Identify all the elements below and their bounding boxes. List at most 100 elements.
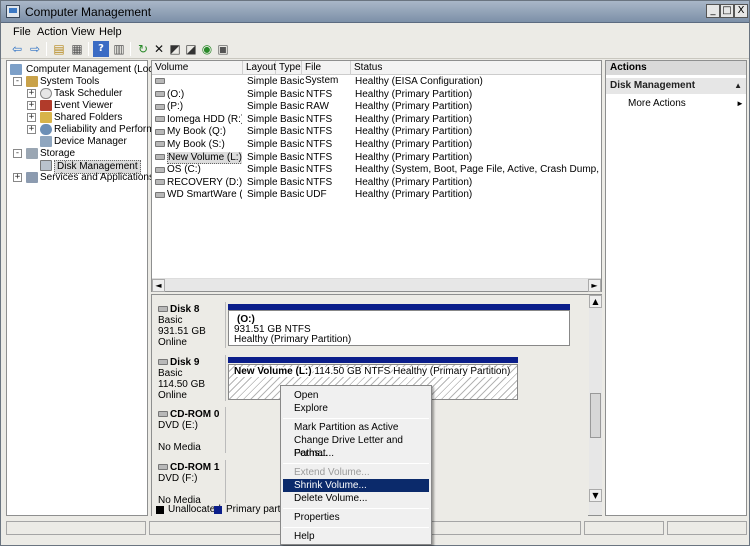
disk-map-scrollbar[interactable]: ▲ ▼ <box>589 295 602 515</box>
table-cell-status: Healthy (Primary Partition) <box>355 88 473 100</box>
disk-8-partition[interactable]: (O:) 931.51 GB NTFS Healthy (Primary Par… <box>228 310 570 346</box>
menu-action[interactable]: Action <box>37 26 68 38</box>
submenu-arrow-icon: ► <box>736 99 744 108</box>
menu-item-help[interactable]: Help <box>283 530 429 543</box>
table-row[interactable]: Iomega HDD (R:) Simple Basic NTFS Healthy (P… <box>152 114 601 126</box>
table-cell-type: Basic <box>280 176 304 188</box>
menu-item-shrink-volume[interactable]: Shrink Volume... <box>283 479 429 492</box>
table-cell-status: Healthy (System, Boot, Page File, Active… <box>355 164 601 176</box>
expand-icon[interactable]: + <box>27 113 36 122</box>
menu-item-delete-volume[interactable]: Delete Volume... <box>283 492 429 505</box>
table-cell-layout: Simple <box>247 113 277 125</box>
connect-icon[interactable]: ◩ <box>167 41 183 57</box>
table-cell-layout: Simple <box>247 101 277 113</box>
table-cell-type: Basic <box>280 164 304 176</box>
cdrom-1-label[interactable]: CD-ROM 1 DVD (F:) No Media <box>154 460 226 506</box>
toolbar: ⇦ ⇨ ▤ ▦ ? ▥ ↻ ✕ ◩ ◪ ◉ ▣ <box>1 40 749 59</box>
table-row[interactable]: My Book (Q:) Simple Basic NTFS Healthy (Prim… <box>152 126 601 138</box>
table-cell-type: Basic <box>280 88 304 100</box>
menu-item-mark-active[interactable]: Mark Partition as Active <box>283 421 429 434</box>
services-icon <box>26 172 38 183</box>
maximize-button[interactable]: □ <box>720 4 734 18</box>
properties-icon[interactable]: ▥ <box>111 41 127 57</box>
computer-management-window: Computer Management _ □ X File Action Vi… <box>0 0 750 546</box>
scroll-left-icon[interactable]: ◄ <box>152 279 165 292</box>
expand-icon[interactable]: + <box>27 125 36 134</box>
expand-icon[interactable]: + <box>27 89 36 98</box>
primary-swatch <box>214 506 222 514</box>
menu-file[interactable]: File <box>13 26 31 38</box>
actions-title: Actions <box>606 61 746 75</box>
column-layout[interactable]: Layout <box>243 61 276 75</box>
menu-item-change-drive-letter[interactable]: Change Drive Letter and Paths... <box>283 434 429 459</box>
up-folder-icon[interactable]: ▤ <box>51 41 67 57</box>
delete-icon[interactable]: ✕ <box>151 41 167 57</box>
forward-arrow-icon[interactable]: ⇨ <box>27 41 43 57</box>
expand-icon[interactable]: + <box>27 101 36 110</box>
show-hide-tree-icon[interactable]: ▦ <box>69 41 85 57</box>
column-volume[interactable]: Volume <box>152 61 243 75</box>
expand-icon[interactable]: + <box>13 173 22 182</box>
table-cell-fs: NTFS <box>306 151 333 163</box>
column-status[interactable]: Status <box>351 61 601 75</box>
menu-item-properties[interactable]: Properties <box>283 511 429 524</box>
menu-bar: File Action View Help <box>1 24 749 40</box>
table-cell-volume: (O:) <box>155 89 242 101</box>
menu-item-open[interactable]: Open <box>283 389 429 402</box>
menu-item-explore[interactable]: Explore <box>283 402 429 415</box>
menu-item-format[interactable]: Format... <box>283 447 429 460</box>
rescan-icon[interactable]: ◪ <box>183 41 199 57</box>
menu-view[interactable]: View <box>71 26 95 38</box>
table-row[interactable]: (O:) Simple Basic NTFS Healthy (Primary Part… <box>152 89 601 101</box>
table-cell-volume: OS (C:) <box>155 164 242 176</box>
volume-list-header: Volume Layout Type File System Status <box>152 61 601 86</box>
scroll-thumb[interactable] <box>590 393 601 438</box>
table-cell-type: Basic <box>280 76 304 87</box>
tools-icon <box>26 76 38 87</box>
disk-9-label[interactable]: Disk 9 Basic 114.50 GB Online <box>154 355 226 401</box>
table-cell-fs: RAW <box>306 101 329 113</box>
column-type[interactable]: Type <box>276 61 302 75</box>
more-actions-link[interactable]: More Actions <box>628 98 686 109</box>
close-button[interactable]: X <box>734 4 748 18</box>
disk-9-primary-bar <box>228 357 518 363</box>
minimize-button[interactable]: _ <box>706 4 720 18</box>
table-cell-volume: RECOVERY (D:) <box>155 177 242 189</box>
collapse-up-icon[interactable]: ▲ <box>734 78 742 94</box>
column-file-system[interactable]: File System <box>302 61 351 86</box>
table-cell-volume <box>155 76 242 88</box>
actions-section[interactable]: Disk Management ▲ <box>606 78 746 94</box>
table-row[interactable]: My Book (S:) Simple Basic NTFS Healthy (Prim… <box>152 139 601 151</box>
refresh-icon[interactable]: ↻ <box>135 41 151 57</box>
disk-icon <box>158 359 168 366</box>
table-cell-status: Healthy (Primary Partition) <box>355 189 473 201</box>
disk-8-label[interactable]: Disk 8 Basic 931.51 GB Online <box>154 302 226 348</box>
horizontal-scrollbar[interactable]: ◄ ► <box>152 278 601 292</box>
table-cell-volume: My Book (Q:) <box>155 126 242 138</box>
table-row[interactable]: Simple Basic Healthy (EISA Configuration) <box>152 76 601 88</box>
table-row[interactable]: WD SmartWare (M:) SimpleBasicUDF Healthy (… <box>152 189 601 201</box>
settings-icon[interactable]: ◉ <box>199 41 215 57</box>
table-row[interactable]: New Volume (L:) Simple Basic NTFS Healthy (P… <box>152 151 601 164</box>
menu-help[interactable]: Help <box>99 26 122 38</box>
drive-icon <box>155 103 165 110</box>
scroll-up-icon[interactable]: ▲ <box>589 295 602 308</box>
table-cell-fs: NTFS <box>306 176 333 188</box>
table-row[interactable]: (P:) Simple Basic RAW Healthy (Primary Parti… <box>152 101 601 113</box>
table-cell-volume: Iomega HDD (R:) <box>155 114 242 126</box>
table-cell-layout: Simple <box>247 189 277 201</box>
collapse-icon[interactable]: - <box>13 77 22 86</box>
help-icon[interactable]: ? <box>93 41 109 57</box>
collapse-icon[interactable]: - <box>13 149 22 158</box>
clock-icon <box>40 88 52 99</box>
scroll-right-icon[interactable]: ► <box>588 279 601 292</box>
cdrom-0-label[interactable]: CD-ROM 0 DVD (E:) No Media <box>154 407 226 453</box>
back-arrow-icon[interactable]: ⇦ <box>9 41 25 57</box>
table-cell-layout: Simple <box>247 126 277 138</box>
table-row[interactable]: RECOVERY (D:) Simple Basic NTFS Healthy (Pri… <box>152 177 601 189</box>
event-viewer-icon <box>40 100 52 111</box>
table-cell-fs: NTFS <box>306 126 333 138</box>
manage-icon[interactable]: ▣ <box>215 41 231 57</box>
scroll-down-icon[interactable]: ▼ <box>589 489 602 502</box>
table-row[interactable]: OS (C:) Simple Basic NTFS Healthy (System, B… <box>152 164 601 176</box>
